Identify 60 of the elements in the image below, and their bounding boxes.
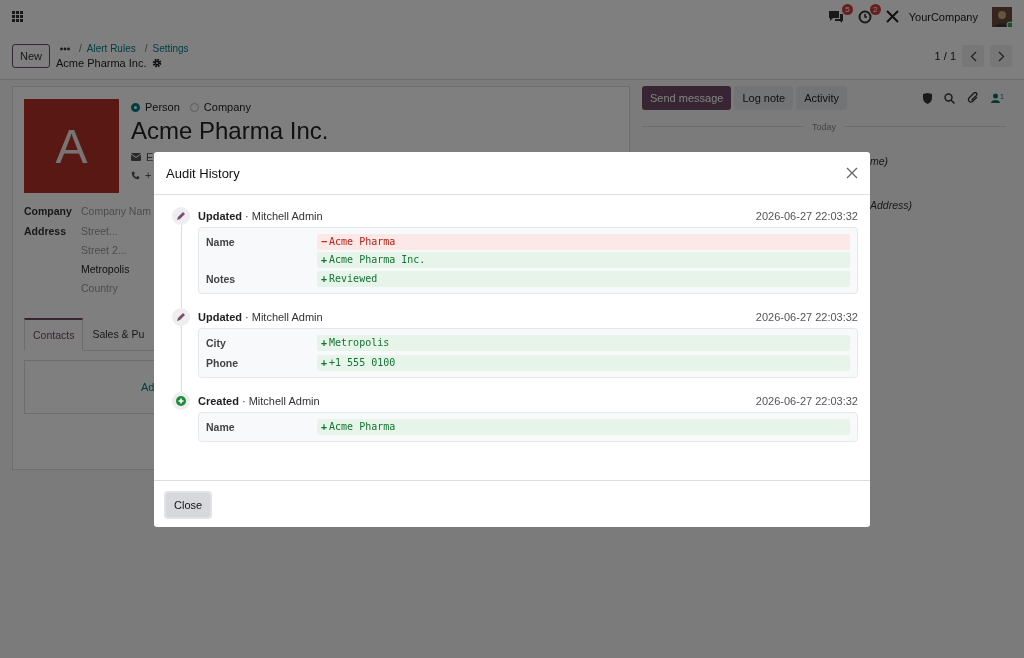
chatter-button[interactable]: Send message (642, 86, 732, 110)
notebook-tab[interactable]: Contacts (24, 318, 84, 351)
new-button[interactable]: New (12, 44, 50, 68)
entry-action: Updated (198, 210, 242, 222)
dialog-title: Audit History (166, 165, 240, 181)
paperclip-icon[interactable] (967, 92, 980, 104)
envelope-icon (131, 153, 141, 161)
company-type-radio[interactable]: Company (189, 101, 251, 113)
breadcrumb-separator: / (144, 43, 148, 54)
field-label: Address (24, 225, 67, 239)
field-name: Notes (206, 272, 237, 287)
company-switcher[interactable]: YourCompany (908, 10, 978, 23)
breadcrumb-link[interactable]: Settings (152, 43, 189, 54)
gear-icon[interactable] (151, 58, 162, 68)
field-name: Name (206, 235, 236, 250)
chatter-button[interactable]: Log note (734, 86, 794, 110)
shield-icon[interactable] (923, 92, 933, 104)
clock-icon[interactable] (857, 9, 872, 24)
chat-icon[interactable] (827, 9, 844, 24)
entry-action: Updated (198, 311, 242, 323)
search-icon[interactable] (944, 92, 956, 104)
entry-timestamp: 2026-06-27 22:03:32 (755, 210, 858, 222)
pencil-icon (172, 308, 190, 326)
entry-timestamp: 2026-06-27 22:03:32 (755, 395, 858, 407)
user-avatar[interactable] (992, 6, 1012, 27)
log-message: me) (869, 155, 890, 167)
entry-author: · Mitchell Admin (245, 210, 323, 222)
field-name: City (206, 336, 227, 351)
more-icon[interactable] (60, 46, 70, 51)
entry-action: Created (198, 395, 239, 407)
company-type-radio[interactable]: Person (131, 101, 180, 113)
phone-field[interactable]: + (145, 169, 152, 181)
pencil-icon (172, 207, 190, 225)
email-field[interactable]: E (146, 151, 154, 163)
breadcrumb-separator: / (79, 43, 82, 54)
contact-name: Acme Pharma Inc. (131, 117, 329, 145)
entry-timestamp: 2026-06-27 22:03:32 (755, 311, 858, 323)
chevron-left-icon[interactable] (969, 50, 977, 62)
phone-icon (131, 170, 140, 180)
activity-count-badge: 2 (870, 3, 881, 15)
field-name: Name (206, 420, 236, 435)
field-name: Phone (206, 356, 240, 371)
pager-counter: 1 / 1 (934, 50, 956, 62)
close-icon[interactable] (846, 167, 858, 179)
close-button[interactable]: Close (164, 491, 213, 519)
field-label: Company (24, 205, 73, 217)
message-count-badge: 5 (842, 3, 853, 15)
breadcrumb-link[interactable]: Alert Rules (86, 43, 136, 54)
chatter-button[interactable]: Activity (796, 86, 848, 110)
apps-menu-icon[interactable] (12, 11, 23, 22)
entry-author: · Mitchell Admin (245, 311, 323, 323)
plus-circle-icon (172, 392, 190, 410)
entry-author: · Mitchell Admin (241, 395, 320, 407)
add-link[interactable]: Ad (141, 381, 155, 393)
contact-avatar: A (24, 99, 119, 193)
form-field[interactable]: Metropolis (81, 263, 130, 275)
chevron-right-icon[interactable] (997, 50, 1005, 62)
record-title: Acme Pharma Inc. (56, 57, 147, 69)
notebook-tab[interactable]: Sales & Pu (83, 318, 148, 350)
log-message: Address) (869, 199, 913, 211)
